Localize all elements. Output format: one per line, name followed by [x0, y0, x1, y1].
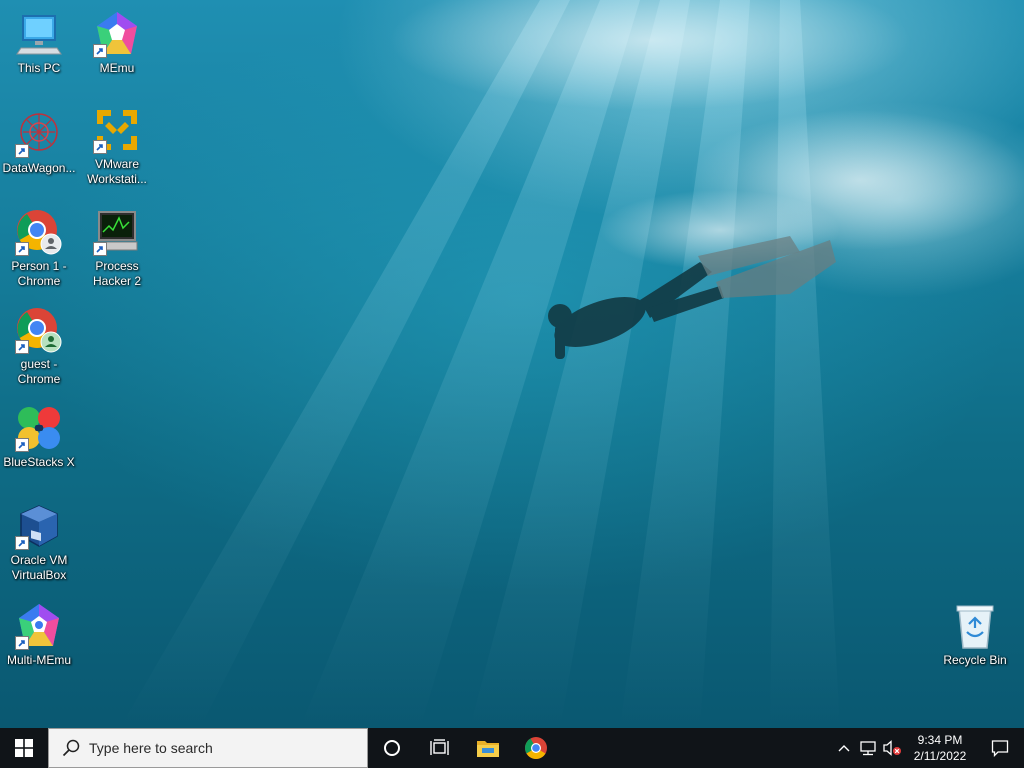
- shortcut-arrow-icon: [93, 140, 107, 154]
- start-button[interactable]: [0, 728, 48, 768]
- desktop-icon-recycle-bin[interactable]: Recycle Bin: [936, 596, 1014, 686]
- shortcut-arrow-icon: [93, 242, 107, 256]
- volume-button[interactable]: [880, 728, 904, 768]
- desktop-icon-virtualbox[interactable]: Oracle VM VirtualBox: [0, 496, 78, 586]
- clock-date: 2/11/2022: [913, 749, 967, 763]
- show-hidden-icons-chevron-icon: [838, 745, 850, 752]
- action-center-icon: [991, 740, 1009, 757]
- system-tray: 9:34 PM 2/11/2022: [832, 728, 1024, 768]
- memu-icon: [93, 10, 141, 58]
- taskbar: 9:34 PM 2/11/2022: [0, 728, 1024, 768]
- computer-icon: [15, 10, 63, 58]
- shortcut-arrow-icon: [15, 536, 29, 550]
- shortcut-arrow-icon: [93, 44, 107, 58]
- task-view-icon: [430, 739, 449, 755]
- cortana-icon: [384, 740, 400, 756]
- chrome-icon: [525, 737, 547, 759]
- desktop-icon-memu[interactable]: MEmu: [78, 4, 156, 94]
- network-icon: [860, 741, 876, 756]
- search-input[interactable]: [89, 740, 349, 756]
- desktop-icon-datawagon[interactable]: DataWagon...: [0, 104, 78, 194]
- chrome-profile-icon: [15, 208, 63, 256]
- shortcut-arrow-icon: [15, 242, 29, 256]
- recycle-bin-icon: [951, 602, 999, 650]
- network-button[interactable]: [856, 728, 880, 768]
- shortcut-arrow-icon: [15, 636, 29, 650]
- task-view-button[interactable]: [416, 728, 464, 768]
- show-hidden-icons-button[interactable]: [832, 728, 856, 768]
- desktop-icon-bluestacks-x[interactable]: BlueStacks X: [0, 398, 78, 488]
- desktop-icon-guest-chrome[interactable]: guest - Chrome: [0, 300, 78, 390]
- cortana-button[interactable]: [368, 728, 416, 768]
- file-explorer-icon: [477, 741, 499, 757]
- desktop-icon-person1-chrome[interactable]: Person 1 - Chrome: [0, 202, 78, 292]
- process-hacker-icon: [93, 208, 141, 256]
- vmware-icon: [93, 106, 141, 154]
- search-icon: [62, 739, 80, 757]
- shortcut-arrow-icon: [15, 438, 29, 452]
- windows-logo-icon: [15, 739, 33, 757]
- chrome-taskbar-button[interactable]: [512, 728, 560, 768]
- datawagon-icon: [15, 110, 63, 158]
- desktop-icon-multi-memu[interactable]: Multi-MEmu: [0, 596, 78, 686]
- file-explorer-button[interactable]: [464, 728, 512, 768]
- virtualbox-icon: [15, 502, 63, 550]
- action-center-button[interactable]: [976, 728, 1024, 768]
- chrome-profile-icon: [15, 306, 63, 354]
- desktop-icon-vmware[interactable]: VMware Workstati...: [78, 100, 156, 190]
- shortcut-arrow-icon: [15, 144, 29, 158]
- shortcut-arrow-icon: [15, 340, 29, 354]
- taskbar-clock[interactable]: 9:34 PM 2/11/2022: [904, 728, 976, 768]
- taskbar-search-box[interactable]: [48, 728, 368, 768]
- multi-memu-icon: [15, 602, 63, 650]
- bluestacks-icon: [15, 404, 63, 452]
- clock-time: 9:34 PM: [917, 733, 963, 747]
- desktop-icon-process-hacker[interactable]: Process Hacker 2: [78, 202, 156, 292]
- desktop-icon-this-pc[interactable]: This PC: [0, 4, 78, 94]
- volume-muted-icon: [883, 740, 901, 756]
